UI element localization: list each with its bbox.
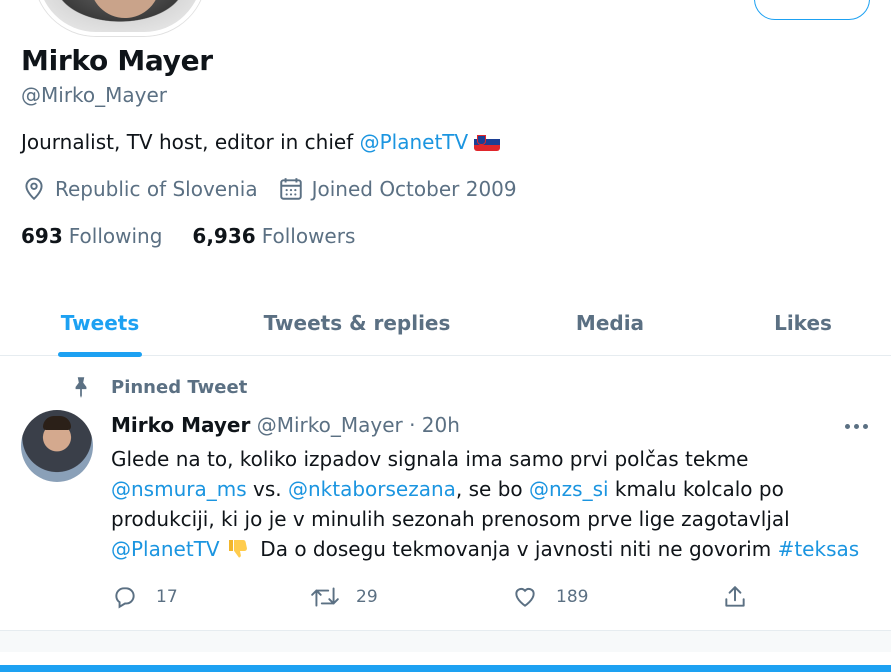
tweet-separator: · — [402, 413, 422, 437]
pinned-label: Pinned Tweet — [111, 376, 248, 398]
like-count: 189 — [556, 587, 589, 607]
retweet-icon — [308, 580, 342, 614]
tweet-header: Mirko Mayer @Mirko_Mayer · 20h — [111, 413, 460, 437]
tweet-mention[interactable]: @nzs_si — [529, 477, 609, 501]
bottom-banner — [0, 665, 891, 672]
profile-meta: Republic of Slovenia Joined October 2009 — [21, 176, 537, 202]
pinned-header: Pinned Tweet — [68, 374, 247, 400]
followers-label: Followers — [261, 224, 356, 248]
following-link[interactable]: 693 Following — [21, 224, 162, 248]
tab-tweets[interactable]: Tweets — [58, 290, 142, 357]
bio-link[interactable]: @PlanetTV — [360, 130, 469, 154]
tweet-text-part: vs. — [246, 477, 288, 501]
more-options-icon[interactable] — [840, 412, 872, 440]
tab-likes-label: Likes — [774, 311, 832, 335]
calendar-icon — [278, 176, 304, 202]
tweet-mention[interactable]: @nsmura_ms — [111, 477, 247, 501]
edit-profile-button[interactable] — [754, 0, 870, 20]
tab-tweets-replies-label: Tweets & replies — [263, 311, 451, 335]
tweet-mention[interactable]: @nktaborsezana — [288, 477, 456, 501]
location-icon — [21, 176, 47, 202]
tweet-hashtag[interactable]: #teksas — [778, 537, 860, 561]
retweet-count: 29 — [356, 587, 378, 607]
tweet-text: Glede na to, koliko izpadov signala ima … — [111, 444, 871, 564]
tweet-text-part: Da o dosegu tekmovanja v javnosti niti n… — [253, 537, 778, 561]
profile-name: Mirko Mayer — [21, 44, 213, 77]
share-button[interactable] — [718, 580, 766, 614]
share-icon — [718, 580, 752, 614]
tweet-actions: 17 29 189 — [108, 580, 768, 614]
like-button[interactable]: 189 — [508, 580, 588, 614]
tweet-avatar[interactable] — [21, 410, 93, 482]
following-label: Following — [68, 224, 163, 248]
bio-text: Journalist, TV host, editor in chief — [21, 130, 360, 154]
reply-count: 17 — [156, 587, 178, 607]
reply-icon — [108, 580, 142, 614]
location-text: Republic of Slovenia — [55, 177, 258, 201]
pin-icon — [68, 374, 94, 400]
flag-slovenia-icon — [474, 133, 501, 151]
tweet-text-part: Glede na to, koliko izpadov signala ima … — [111, 447, 749, 471]
profile-avatar[interactable] — [34, 0, 206, 36]
tweet-author-handle[interactable]: @Mirko_Mayer — [257, 413, 403, 437]
tweet-time[interactable]: 20h — [422, 413, 460, 437]
timeline-divider — [0, 630, 891, 652]
thumbs-down-icon — [226, 536, 250, 560]
tweet-author-name[interactable]: Mirko Mayer — [111, 413, 250, 437]
tab-media[interactable]: Media — [570, 290, 650, 356]
tab-tweets-label: Tweets — [60, 311, 140, 335]
tab-active-indicator — [58, 352, 142, 357]
heart-icon — [508, 580, 542, 614]
followers-link[interactable]: 6,936 Followers — [192, 224, 355, 248]
following-count: 693 — [21, 224, 63, 248]
profile-stats: 693 Following 6,936 Followers — [21, 224, 385, 248]
profile-tabs: Tweets Tweets & replies Media Likes — [0, 290, 891, 357]
followers-count: 6,936 — [192, 224, 256, 248]
profile-handle: @Mirko_Mayer — [21, 83, 168, 107]
tab-tweets-replies[interactable]: Tweets & replies — [262, 290, 452, 356]
reply-button[interactable]: 17 — [108, 580, 178, 614]
tab-likes[interactable]: Likes — [770, 290, 836, 356]
joined-text: Joined October 2009 — [311, 177, 517, 201]
tweet-text-part: , se bo — [455, 477, 529, 501]
tweet-mention[interactable]: @PlanetTV — [111, 537, 220, 561]
tab-media-label: Media — [575, 311, 645, 335]
retweet-button[interactable]: 29 — [308, 580, 378, 614]
profile-bio: Journalist, TV host, editor in chief @Pl… — [21, 130, 501, 154]
